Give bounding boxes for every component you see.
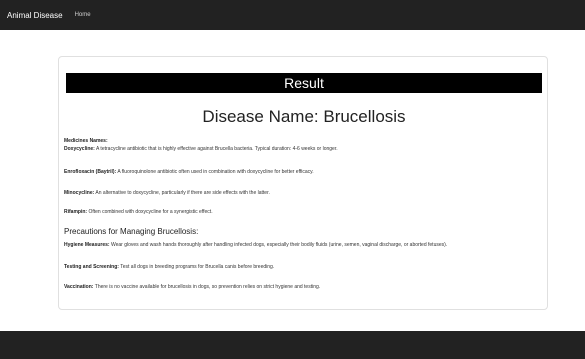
- medicine-item: Enrofloxacin (Baytril): A fluoroquinolon…: [64, 169, 314, 175]
- footer: [0, 331, 585, 359]
- medicine-desc: A fluoroquinolone antibiotic often used …: [117, 169, 314, 175]
- result-card: Result Disease Name: Brucellosis Medicin…: [58, 56, 548, 310]
- medicine-name: Enrofloxacin (Baytril):: [64, 169, 117, 175]
- medicine-item: Rifampin: Often combined with doxycyclin…: [64, 209, 213, 215]
- precaution-name: Testing and Screening:: [64, 264, 119, 270]
- medicine-desc: Often combined with doxycycline for a sy…: [88, 209, 213, 215]
- medicine-item: Minocycline: An alternative to doxycycli…: [64, 190, 270, 196]
- disease-name-title: Disease Name: Brucellosis: [202, 107, 406, 126]
- medicines-label: Medicines Names:: [64, 138, 108, 144]
- precaution-desc: Test all dogs in breeding programs for B…: [120, 264, 275, 270]
- medicine-desc: A tetracycline antibiotic that is highly…: [95, 146, 338, 152]
- precaution-desc: There is no vaccine available for brucel…: [94, 284, 321, 290]
- medicine-item: Doxycycline: A tetracycline antibiotic t…: [64, 146, 338, 152]
- medicine-desc: An alternative to doxycycline, particula…: [95, 190, 270, 196]
- precaution-item: Testing and Screening: Test all dogs in …: [64, 264, 274, 270]
- result-heading: Result: [66, 73, 542, 93]
- precaution-name: Vaccination:: [64, 284, 94, 290]
- precaution-desc: Wear gloves and wash hands thoroughly af…: [110, 242, 448, 248]
- medicine-name: Doxycycline:: [64, 146, 95, 152]
- medicine-name: Minocycline:: [64, 190, 95, 196]
- precaution-item: Vaccination: There is no vaccine availab…: [64, 284, 320, 290]
- precautions-title: Precautions for Managing Brucellosis:: [64, 227, 199, 236]
- nav-home-link[interactable]: Home: [75, 12, 91, 18]
- navbar: Animal Disease Home: [0, 0, 585, 30]
- brand-link[interactable]: Animal Disease: [7, 11, 63, 20]
- precaution-item: Hygiene Measures: Wear gloves and wash h…: [64, 242, 447, 248]
- precaution-name: Hygiene Measures:: [64, 242, 110, 248]
- medicine-name: Rifampin:: [64, 209, 88, 215]
